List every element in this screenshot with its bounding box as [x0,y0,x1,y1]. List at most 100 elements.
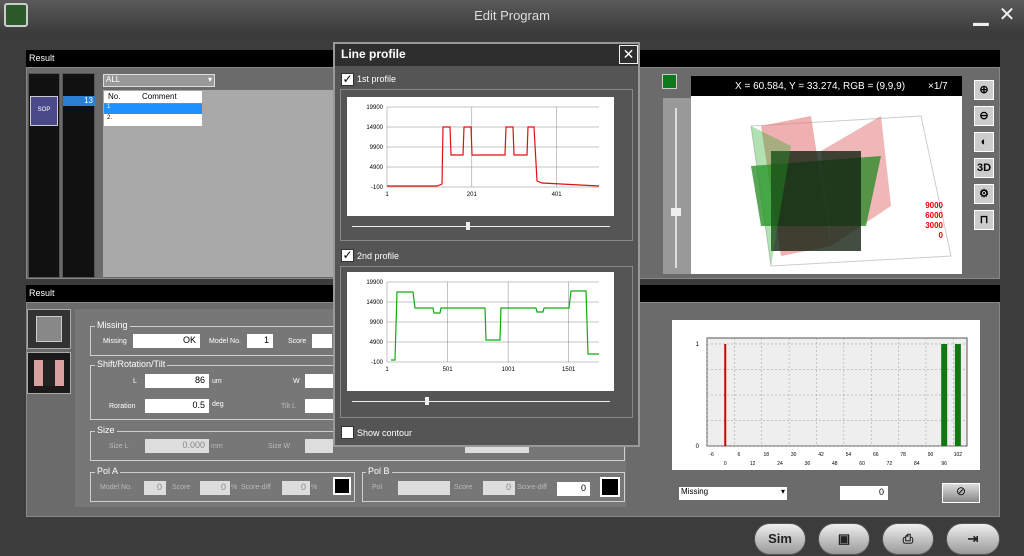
y-tick-label: 14900 [366,125,383,131]
zoom-level: ×1/7 [928,81,948,92]
polb-diff-label: Score-diff [517,484,547,491]
histogram-select[interactable]: Missing ▾ [679,487,787,500]
x-tick-label: 401 [552,192,563,198]
table-row[interactable]: 1 [104,104,202,114]
save-icon[interactable]: ▣ [818,523,870,555]
rotation-unit: deg [212,401,224,408]
close-window-icon[interactable]: ✕ [996,5,1018,27]
rotation-label: Roration [109,403,136,410]
x-tick-label: 90 [928,452,934,458]
thumb-image [36,316,62,342]
window-title: Edit Program [474,8,550,23]
sim-button[interactable]: Sim [754,523,806,555]
zoom-out-icon[interactable]: ⊖ [974,106,994,126]
index-badge[interactable]: 13 [63,96,95,106]
list-area: No. Comment 1 2. [103,90,333,277]
zoom-slider[interactable] [663,98,691,274]
missing-label: Missing [103,338,127,345]
y-tick-label: 9900 [370,320,384,326]
color-map-icon[interactable]: ◐ [974,132,994,152]
score-label: Score [288,338,307,345]
y-tick-label: 1 [696,342,700,348]
3d-view[interactable]: 9000 6000 3000 0 [691,96,962,274]
show-contour-checkbox[interactable] [341,426,354,439]
legend-3000: 3000 [925,221,943,230]
missing-thumb-icon[interactable] [27,309,71,349]
sizel-label: Size L [109,443,129,450]
sizel-field: 0.000 [145,439,209,453]
confirm-icon[interactable]: ⊘ [942,483,980,503]
profile-icon[interactable]: ⊓ [974,210,994,230]
model-label: Model No. [209,338,241,345]
pola-diff-field: 0 [282,481,310,495]
coord-readout: X = 60.584, Y = 33.274, RGB = (9,9,9) [735,81,906,92]
table-row[interactable]: 2. [104,115,202,125]
x-tick-label: 102 [954,452,963,458]
dialog-close-icon[interactable]: ✕ [619,45,638,64]
profile1-plot: 19900 14900 9900 4900 -100 1 201 401 [347,97,614,216]
x-tick-label: 84 [914,461,920,467]
missing-title: Missing [95,320,130,330]
x-tick-label: 60 [859,461,865,467]
profile1-slider[interactable] [352,226,610,227]
pola-score-field: 0 [200,481,230,495]
dialog-title: Line profile [341,47,406,61]
3d-button[interactable]: 3D [974,158,994,178]
pola-diff-unit: % [311,484,318,491]
coord-bar: X = 60.584, Y = 33.274, RGB = (9,9,9) ×1… [691,76,962,96]
filter-select[interactable]: ALL ▾ [103,74,215,87]
x-tick-label: 96 [941,461,947,467]
tilt-label: Tilt L [281,403,296,410]
shift-thumb-icon[interactable] [27,352,71,394]
sizew-label: Size W [268,443,291,450]
legend-6000: 6000 [925,211,943,220]
slider-thumb[interactable] [671,208,681,216]
x-tick-label: 6 [738,452,741,458]
profile1-checkbox[interactable]: ✓ [341,73,354,86]
title-bar: Edit Program ▁ ✕ [0,0,1024,34]
chevron-down-icon: ▾ [780,487,785,496]
minimize-icon[interactable]: ▁ [970,5,992,27]
polb-diff-field: 0 [557,482,590,496]
y-tick-label: 4900 [370,340,384,346]
x-tick-label: 24 [777,461,783,467]
filter-value: ALL [106,75,121,84]
size-title: Size [95,425,117,435]
plot-area [706,337,968,447]
profile1-chart: 19900 14900 9900 4900 -1001 201 401 [366,105,600,198]
gear-icon[interactable]: ⚙ [974,184,994,204]
histogram-value: 0 [840,486,888,500]
x-tick-label: -6 [709,452,714,458]
polb-title: Pol B [366,466,392,476]
score-field [312,334,332,348]
print-icon[interactable]: ⎙ [882,523,934,555]
sizew-field [305,439,333,453]
sop-icon[interactable]: SOP [30,96,58,126]
thumb-chip [43,360,55,386]
rotation-field: 0.5 [145,399,209,413]
histogram-panel: 1 0 -6 6 18 30 42 54 66 78 90 102 0 12 24 36 48 60 72 84 96 [672,320,980,470]
polb-image-icon[interactable] [600,477,620,497]
x-tick-label: 1 [385,192,389,198]
x-tick-label: 0 [724,461,727,467]
zoom-in-icon[interactable]: ⊕ [974,80,994,100]
exit-icon[interactable]: ⇥ [946,523,1000,555]
x-tick-label: 30 [791,452,797,458]
profile1-slider-thumb[interactable] [466,222,470,230]
shift-group [90,365,335,420]
x-tick-label: 1 [385,367,389,373]
histogram-chart: 1 0 -6 6 18 30 42 54 66 78 90 102 0 12 24 36 48 60 72 84 96 [696,337,968,467]
slider-track [675,108,677,268]
x-tick-label: 78 [900,452,906,458]
x-tick-label: 72 [887,461,893,467]
y-tick-label: 19900 [366,280,383,286]
index-strip: 13 [62,73,95,278]
profile2-slider-thumb[interactable] [425,397,429,405]
color-swatch[interactable] [662,74,677,89]
l-label: L [133,378,137,385]
profile2-checkbox[interactable]: ✓ [341,249,354,262]
polb-score-field: 0 [483,481,515,495]
pola-image-icon[interactable] [333,477,351,495]
profile2-slider[interactable] [352,401,610,402]
x-tick-label: 48 [832,461,838,467]
